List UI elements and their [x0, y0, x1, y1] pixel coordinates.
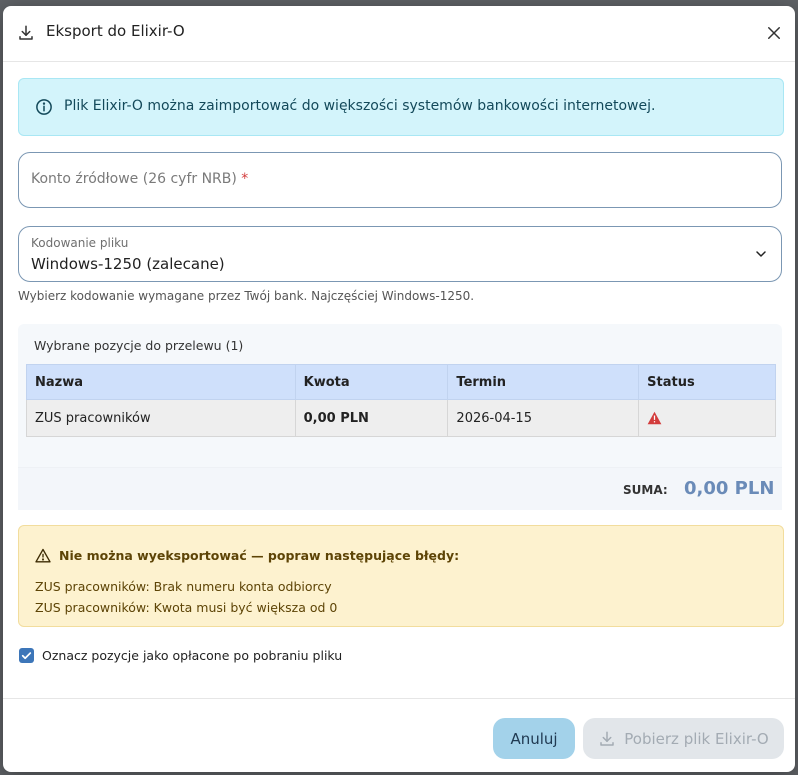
- warning-icon: [647, 411, 662, 425]
- error-title: Nie można wyeksportować — popraw następu…: [59, 548, 460, 563]
- close-icon[interactable]: [765, 24, 783, 42]
- encoding-hint: Wybierz kodowanie wymagane przez Twój ba…: [18, 289, 475, 303]
- required-mark: *: [241, 171, 249, 187]
- dialog-footer: Anuluj Pobierz plik Elixir-O: [3, 698, 795, 772]
- download-icon: [600, 731, 615, 746]
- items-title: Wybrane pozycje do przelewu (1): [34, 338, 244, 353]
- mark-paid-label[interactable]: Oznacz pozycje jako opłacone po pobraniu…: [42, 648, 342, 663]
- download-icon: [19, 25, 33, 40]
- table-row: ZUS pracowników 0,00 PLN 2026-04-15: [26, 399, 776, 437]
- info-icon: [36, 99, 52, 115]
- sum-value: 0,00 PLN: [684, 478, 775, 499]
- source-account-input[interactable]: Konto źródłowe (26 cyfr NRB) *: [18, 152, 782, 208]
- dialog-title: Eksport do Elixir-O: [46, 22, 185, 40]
- cancel-button[interactable]: Anuluj: [493, 718, 575, 759]
- items-table: Nazwa Kwota Termin Status ZUS pracownikó…: [26, 364, 776, 437]
- validation-errors-alert: Nie można wyeksportować — popraw następu…: [18, 525, 784, 627]
- column-header-due: Termin: [447, 364, 640, 400]
- check-icon: [21, 652, 32, 660]
- encoding-select[interactable]: Kodowanie pliku Windows-1250 (zalecane): [18, 226, 782, 282]
- selected-items-panel: Wybrane pozycje do przelewu (1) Nazwa Kw…: [18, 324, 782, 510]
- cell-status: [638, 399, 776, 437]
- source-account-placeholder: Konto źródłowe (26 cyfr NRB) *: [31, 171, 249, 187]
- info-alert: Plik Elixir-O można zaimportować do więk…: [18, 78, 784, 136]
- encoding-label: Kodowanie pliku: [31, 236, 129, 250]
- info-text: Plik Elixir-O można zaimportować do więk…: [64, 98, 656, 114]
- cell-due: 2026-04-15: [447, 399, 640, 437]
- export-dialog: Eksport do Elixir-O Plik Elixir-O można …: [3, 6, 795, 772]
- error-line: ZUS pracowników: Brak numeru konta odbio…: [35, 579, 332, 594]
- cell-name: ZUS pracowników: [26, 399, 296, 437]
- column-header-amount: Kwota: [294, 364, 449, 400]
- download-file-button[interactable]: Pobierz plik Elixir-O: [583, 718, 784, 759]
- table-header-row: Nazwa Kwota Termin Status: [26, 364, 776, 400]
- mark-paid-checkbox[interactable]: [19, 648, 34, 663]
- warning-icon: [35, 548, 51, 563]
- column-header-status: Status: [638, 364, 776, 400]
- chevron-down-icon: [756, 251, 766, 257]
- sum-label: SUMA:: [623, 483, 668, 497]
- column-header-name: Nazwa: [26, 364, 296, 400]
- summary-bar: SUMA: 0,00 PLN: [18, 467, 782, 510]
- dialog-header: Eksport do Elixir-O: [3, 6, 795, 62]
- encoding-selected-value: Windows-1250 (zalecane): [31, 255, 225, 273]
- error-line: ZUS pracowników: Kwota musi być większa …: [35, 600, 338, 615]
- download-button-label: Pobierz plik Elixir-O: [624, 729, 769, 748]
- cell-amount: 0,00 PLN: [294, 399, 449, 437]
